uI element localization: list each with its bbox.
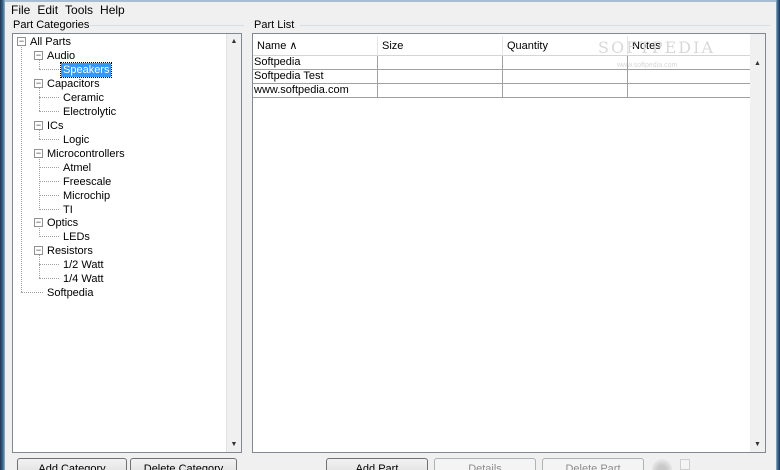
tree-item-microchip[interactable]: Microchip (61, 189, 112, 203)
scroll-up-arrow-icon[interactable]: ▲ (750, 56, 765, 71)
menu-file[interactable]: File (11, 3, 30, 17)
parts-table[interactable]: Name ∧ Size Quantity Notes SOFTPEDIA www… (252, 33, 766, 453)
tree-connector (39, 129, 40, 139)
window-right-border (776, 0, 780, 470)
tree-item-logic[interactable]: Logic (61, 133, 91, 147)
minus-box-icon[interactable]: − (34, 246, 43, 255)
tree-item-electrolytic[interactable]: Electrolytic (61, 105, 118, 119)
window-left-border (0, 0, 5, 470)
tree-item-ceramic[interactable]: Ceramic (61, 91, 106, 105)
tree-connector (39, 87, 40, 111)
table-cell-notes[interactable] (628, 70, 752, 84)
categories-divider (90, 25, 244, 26)
minus-box-icon[interactable]: − (34, 218, 43, 227)
tree-connector (39, 264, 59, 265)
tree-connector (39, 167, 59, 168)
tree-item-ics[interactable]: ICs (45, 119, 66, 133)
menu-edit[interactable]: Edit (37, 3, 58, 17)
table-cell-quantity[interactable] (503, 56, 628, 70)
tree-item-freescale[interactable]: Freescale (61, 175, 113, 189)
tree-connector (39, 139, 59, 140)
tree-connector (39, 236, 59, 237)
tree-item-audio[interactable]: Audio (45, 49, 77, 63)
delete-part-button[interactable]: Delete Part (542, 458, 644, 470)
tree-connector (39, 181, 59, 182)
menu-help[interactable]: Help (100, 3, 125, 17)
table-cell-size[interactable] (378, 56, 503, 70)
tree-item-microcontrollers[interactable]: Microcontrollers (45, 147, 127, 161)
scroll-down-arrow-icon[interactable]: ▼ (750, 437, 765, 452)
tree-item-all-parts[interactable]: All Parts (28, 35, 73, 49)
add-part-button[interactable]: Add Part (326, 458, 428, 470)
tree-item-leds[interactable]: LEDs (61, 230, 92, 244)
parts-divider (300, 25, 770, 26)
table-cell-name[interactable]: www.softpedia.com (253, 84, 378, 98)
add-category-button[interactable]: Add Category (17, 458, 127, 470)
tree-connector (39, 157, 40, 210)
tree-connector (39, 111, 59, 112)
minus-box-icon[interactable]: − (17, 37, 26, 46)
tree-connector (39, 69, 59, 70)
table-cell-notes[interactable] (628, 56, 752, 70)
tree-item-atmel[interactable]: Atmel (61, 161, 93, 175)
minus-box-icon[interactable]: − (34, 121, 43, 130)
table-cell-size[interactable] (378, 70, 503, 84)
table-cell-name[interactable]: Softpedia Test (253, 70, 378, 84)
delete-category-button[interactable]: Delete Category (130, 458, 237, 470)
tree-connector (39, 97, 59, 98)
tree-item-optics[interactable]: Optics (45, 216, 80, 230)
tree-item-speakers[interactable]: Speakers (59, 62, 113, 78)
table-cell-name[interactable]: Softpedia (253, 56, 378, 70)
status-icon (680, 459, 690, 470)
details-button[interactable]: Details (434, 458, 536, 470)
resize-grip-icon (652, 459, 672, 470)
tree-item-half-watt[interactable]: 1/2 Watt (61, 258, 106, 272)
tree-connector (39, 59, 40, 69)
tree-item-capacitors[interactable]: Capacitors (45, 77, 102, 91)
table-cell-quantity[interactable] (503, 84, 628, 98)
minus-box-icon[interactable]: − (34, 79, 43, 88)
tree-connector (21, 45, 22, 292)
column-header-name[interactable]: Name ∧ (253, 36, 378, 56)
menu-bar: File Edit Tools Help (5, 2, 776, 18)
tree-connector (39, 195, 59, 196)
tree-item-softpedia[interactable]: Softpedia (45, 286, 95, 300)
tree-item-resistors[interactable]: Resistors (45, 244, 95, 258)
parts-scrollbar[interactable]: ▲ ▼ (750, 34, 765, 452)
tree-connector (39, 209, 59, 210)
minus-box-icon[interactable]: − (34, 51, 43, 60)
table-cell-size[interactable] (378, 84, 503, 98)
parts-title: Part List (254, 19, 295, 31)
category-tree[interactable]: − − − − − − − All Parts Audio Speakers C… (12, 33, 242, 453)
minus-box-icon[interactable]: − (34, 149, 43, 158)
tree-scrollbar[interactable]: ▲ ▼ (226, 34, 241, 452)
tree-connector (39, 278, 59, 279)
menu-tools[interactable]: Tools (65, 3, 93, 17)
column-header-size[interactable]: Size (378, 36, 503, 56)
categories-title: Part Categories (13, 19, 90, 31)
tree-item-ti[interactable]: TI (61, 203, 75, 217)
watermark-logo: SOFTPEDIA (598, 38, 715, 57)
tree-connector (21, 292, 43, 293)
table-cell-notes[interactable] (628, 84, 752, 98)
scroll-up-arrow-icon[interactable]: ▲ (227, 34, 241, 49)
table-cell-quantity[interactable] (503, 70, 628, 84)
tree-connector (39, 254, 40, 278)
tree-item-quarter-watt[interactable]: 1/4 Watt (61, 272, 106, 286)
scroll-down-arrow-icon[interactable]: ▼ (227, 437, 241, 452)
